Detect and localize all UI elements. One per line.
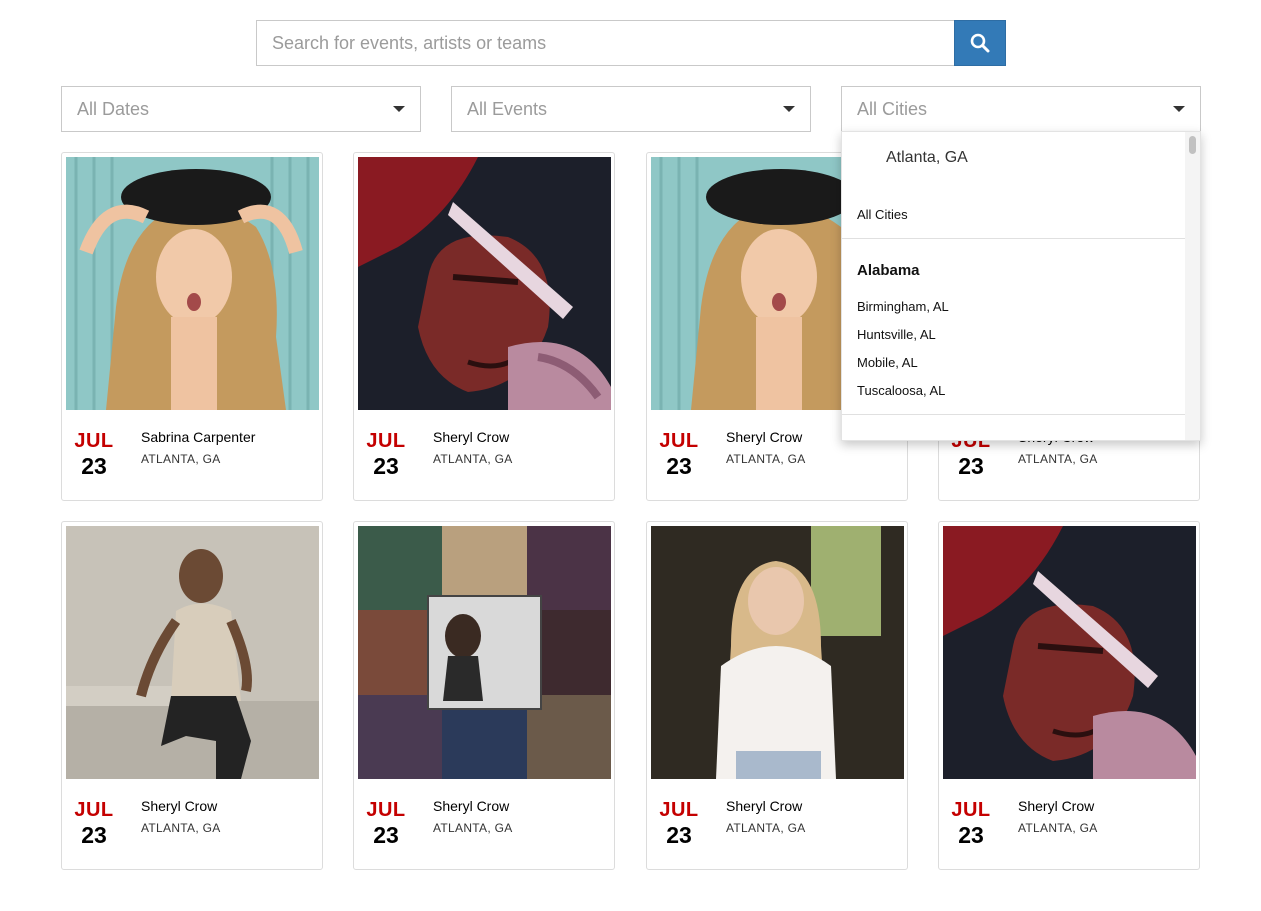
event-day: 23: [958, 822, 984, 848]
search-bar: [256, 20, 1006, 66]
search-input[interactable]: [256, 20, 954, 66]
event-day: 23: [666, 822, 692, 848]
event-day: 23: [373, 453, 399, 479]
event-image: [943, 526, 1196, 779]
event-month: JUL: [659, 430, 699, 452]
event-month: JUL: [366, 430, 406, 452]
event-card[interactable]: JUL 23 Sheryl Crow ATLANTA, GA: [938, 521, 1200, 870]
dropdown-option[interactable]: Birmingham, AL: [857, 299, 949, 314]
dropdown-option[interactable]: Mobile, AL: [857, 355, 918, 370]
event-image: [358, 157, 611, 410]
event-name[interactable]: Sheryl Crow: [141, 798, 217, 814]
caret-down-icon: [783, 106, 795, 112]
event-day: 23: [666, 453, 692, 479]
event-city: ATLANTA, GA: [1018, 821, 1098, 835]
event-city: ATLANTA, GA: [433, 821, 513, 835]
event-month: JUL: [74, 799, 114, 821]
event-month: JUL: [659, 799, 699, 821]
event-city: ATLANTA, GA: [726, 821, 806, 835]
cities-filter[interactable]: All Cities: [841, 86, 1201, 132]
event-month: JUL: [74, 430, 114, 452]
dates-filter-label: All Dates: [77, 98, 150, 119]
event-city: ATLANTA, GA: [141, 821, 221, 835]
cities-dropdown-menu: Atlanta, GA All Cities Alabama Birmingha…: [841, 131, 1201, 441]
event-card[interactable]: JUL 23 Sheryl Crow ATLANTA, GA: [353, 152, 615, 501]
event-day: 23: [81, 822, 107, 848]
search-icon: [970, 33, 990, 53]
event-name[interactable]: Sheryl Crow: [433, 798, 509, 814]
event-image: [66, 157, 319, 410]
event-name[interactable]: Sheryl Crow: [1018, 798, 1094, 814]
event-card[interactable]: JUL 23 Sabrina Carpenter ATLANTA, GA: [61, 152, 323, 501]
event-city: ATLANTA, GA: [141, 452, 221, 466]
event-day: 23: [958, 453, 984, 479]
event-name[interactable]: Sheryl Crow: [726, 798, 802, 814]
event-city: ATLANTA, GA: [433, 452, 513, 466]
selected-city[interactable]: Atlanta, GA: [886, 149, 968, 167]
event-month: JUL: [366, 799, 406, 821]
event-city: ATLANTA, GA: [726, 452, 806, 466]
events-filter-label: All Events: [467, 98, 548, 119]
events-filter[interactable]: All Events: [451, 86, 811, 132]
caret-down-icon: [1173, 106, 1185, 112]
caret-down-icon: [393, 106, 405, 112]
search-button[interactable]: [954, 20, 1006, 66]
event-name[interactable]: Sheryl Crow: [433, 429, 509, 445]
event-card[interactable]: JUL 23 Sheryl Crow ATLANTA, GA: [353, 521, 615, 870]
dropdown-divider: [842, 238, 1187, 239]
event-month: JUL: [951, 799, 991, 821]
dropdown-option[interactable]: Huntsville, AL: [857, 327, 936, 342]
dropdown-group-label: Alabama: [857, 262, 920, 279]
event-city: ATLANTA, GA: [1018, 452, 1098, 466]
cities-filter-label: All Cities: [857, 98, 928, 119]
dropdown-scrollbar[interactable]: [1185, 132, 1200, 440]
dates-filter[interactable]: All Dates: [61, 86, 421, 132]
event-image: [358, 526, 611, 779]
dropdown-option-all-cities[interactable]: All Cities: [857, 207, 908, 222]
dropdown-option[interactable]: Tuscaloosa, AL: [857, 383, 945, 398]
dropdown-divider: [842, 414, 1187, 415]
event-card[interactable]: JUL 23 Sheryl Crow ATLANTA, GA: [61, 521, 323, 870]
event-day: 23: [81, 453, 107, 479]
event-image: [651, 526, 904, 779]
event-image: [66, 526, 319, 779]
event-name[interactable]: Sabrina Carpenter: [141, 429, 255, 445]
event-card[interactable]: JUL 23 Sheryl Crow ATLANTA, GA: [646, 521, 908, 870]
scrollbar-thumb[interactable]: [1189, 136, 1196, 154]
event-day: 23: [373, 822, 399, 848]
event-name[interactable]: Sheryl Crow: [726, 429, 802, 445]
